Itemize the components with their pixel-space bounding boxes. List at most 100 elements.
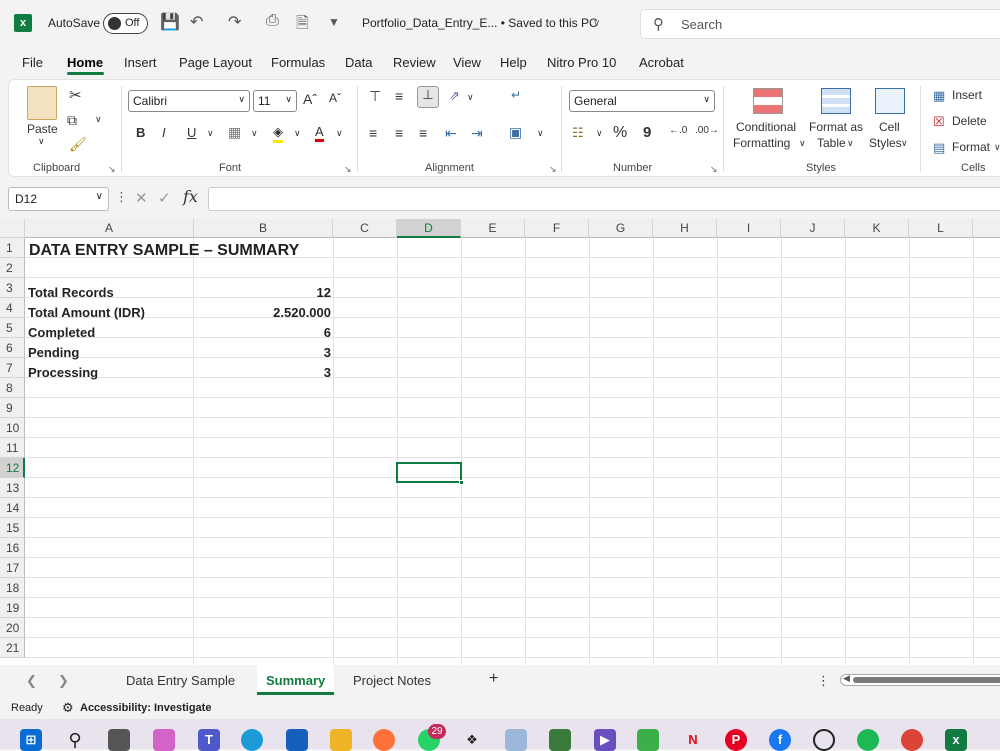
search-box[interactable]: ⚲ Search <box>640 9 1000 39</box>
tab-acrobat[interactable]: Acrobat <box>639 55 684 70</box>
borders-icon[interactable]: ▦ <box>228 124 241 141</box>
row-header[interactable]: 11 <box>0 438 25 458</box>
decrease-decimal-icon[interactable]: .00→ <box>695 125 719 136</box>
row-header[interactable]: 12 <box>0 458 25 478</box>
align-center-icon[interactable]: ≡ <box>395 125 403 141</box>
chevron-down-icon[interactable]: ∨ <box>847 138 854 149</box>
cell-styles-line1[interactable]: Cell <box>879 120 900 134</box>
wrap-text-icon[interactable]: ↵ <box>511 88 521 102</box>
row-header[interactable]: 14 <box>0 498 25 518</box>
dropbox-icon[interactable]: ❖ <box>461 729 483 751</box>
column-header[interactable]: K <box>845 219 909 238</box>
windows-start-icon[interactable]: ⊞ <box>20 729 42 751</box>
tab-formulas[interactable]: Formulas <box>271 55 325 70</box>
chevron-down-icon[interactable]: ∨ <box>901 138 908 149</box>
column-header[interactable]: I <box>717 219 781 238</box>
accessibility-status[interactable]: Accessibility: Investigate <box>80 702 211 714</box>
name-box[interactable]: D12 ∨ <box>8 187 109 211</box>
horizontal-scrollbar[interactable]: ◀ <box>840 673 1000 686</box>
value-cell[interactable]: 3 <box>194 363 331 383</box>
row-header[interactable]: 17 <box>0 558 25 578</box>
column-header[interactable]: G <box>589 219 653 238</box>
value-cell[interactable]: 6 <box>194 323 331 343</box>
search-icon[interactable]: ⚲ <box>64 729 86 751</box>
increase-font-icon[interactable]: Aˆ <box>303 91 317 107</box>
borders-dropdown-icon[interactable]: ∨ <box>251 128 258 139</box>
firefox-icon[interactable] <box>373 729 395 751</box>
paste-dropdown-icon[interactable]: ∨ <box>38 136 45 147</box>
customize-quick-access-icon[interactable]: ▼ <box>328 15 340 29</box>
comma-style-button[interactable]: 9 <box>643 124 651 141</box>
sheet-tab-summary[interactable]: Summary <box>266 673 325 688</box>
bottom-align-icon[interactable]: ⊥ <box>417 86 439 108</box>
top-align-icon[interactable]: ⊤ <box>369 88 381 105</box>
label-cell[interactable]: Total Records <box>28 283 114 303</box>
row-header[interactable]: 2 <box>0 258 25 278</box>
copilot-icon[interactable] <box>153 729 175 751</box>
column-header[interactable] <box>973 219 1000 238</box>
value-cell[interactable]: 3 <box>194 343 331 363</box>
merge-dropdown-icon[interactable]: ∨ <box>537 128 544 139</box>
label-cell[interactable]: Total Amount (IDR) <box>28 303 145 323</box>
pinterest-icon[interactable]: P <box>725 729 747 751</box>
row-header[interactable]: 8 <box>0 378 25 398</box>
chatgpt-icon[interactable] <box>813 729 835 751</box>
sheet-tab-project-notes[interactable]: Project Notes <box>353 673 431 688</box>
chevron-down-icon[interactable]: ∨ <box>994 142 1000 153</box>
select-all-corner[interactable] <box>0 219 25 238</box>
row-header[interactable]: 20 <box>0 618 25 638</box>
undo-icon[interactable]: ↶ <box>190 12 203 32</box>
accessibility-icon[interactable]: ⚙ <box>62 700 74 716</box>
next-sheet-icon[interactable]: ❯ <box>58 673 69 689</box>
insert-cells-icon[interactable]: ▦ <box>933 88 945 104</box>
app-icon[interactable] <box>549 729 571 751</box>
row-header[interactable]: 13 <box>0 478 25 498</box>
previous-sheet-icon[interactable]: ❮ <box>26 673 37 689</box>
conditional-formatting-line2[interactable]: Formatting <box>733 136 790 150</box>
decrease-font-icon[interactable]: Aˇ <box>329 91 341 105</box>
sheet-tab-data-entry-sample[interactable]: Data Entry Sample <box>126 673 235 688</box>
underline-dropdown-icon[interactable]: ∨ <box>207 128 214 139</box>
tab-insert[interactable]: Insert <box>124 55 157 70</box>
row-header[interactable]: 4 <box>0 298 25 318</box>
save-icon[interactable]: 💾 <box>160 12 180 32</box>
fill-handle[interactable] <box>459 480 464 485</box>
value-cell[interactable]: 12 <box>194 283 331 303</box>
column-header[interactable]: F <box>525 219 589 238</box>
column-header[interactable]: C <box>333 219 397 238</box>
decrease-indent-icon[interactable]: ⇤ <box>445 125 457 142</box>
accounting-dropdown-icon[interactable]: ∨ <box>596 128 603 139</box>
enter-icon[interactable]: ✓ <box>158 189 171 207</box>
cell-styles-line2[interactable]: Styles <box>869 136 902 150</box>
align-left-icon[interactable]: ≡ <box>369 125 377 141</box>
clipboard-launcher-icon[interactable]: ↘ <box>108 164 116 175</box>
bold-button[interactable]: B <box>136 125 145 140</box>
column-header[interactable]: J <box>781 219 845 238</box>
format-painter-icon[interactable]: 🖌 <box>69 136 87 153</box>
tab-help[interactable]: Help <box>500 55 527 70</box>
value-cell[interactable]: 2.520.000 <box>194 303 331 323</box>
scrollbar-thumb[interactable] <box>853 677 1000 683</box>
font-size-dropdown[interactable]: 11 ∨ <box>253 90 297 112</box>
row-header[interactable]: 10 <box>0 418 25 438</box>
middle-align-icon[interactable]: ≡ <box>395 88 403 104</box>
file-explorer-icon[interactable] <box>330 729 352 751</box>
fill-color-dropdown-icon[interactable]: ∨ <box>294 128 301 139</box>
delete-cells-button[interactable]: Delete <box>952 114 987 128</box>
copy-icon[interactable]: ⧉ <box>67 112 77 129</box>
row-header[interactable]: 5 <box>0 318 25 338</box>
accounting-format-icon[interactable]: ☷ <box>572 125 584 141</box>
number-format-dropdown[interactable]: General ∨ <box>569 90 715 112</box>
add-sheet-icon[interactable]: + <box>489 670 498 688</box>
increase-indent-icon[interactable]: ⇥ <box>471 125 483 142</box>
italic-button[interactable]: I <box>162 125 166 140</box>
row-header[interactable]: 18 <box>0 578 25 598</box>
active-cell-selection[interactable] <box>396 462 464 485</box>
insert-cells-button[interactable]: Insert <box>952 88 982 102</box>
task-view-icon[interactable] <box>108 729 130 751</box>
number-launcher-icon[interactable]: ↘ <box>710 164 718 175</box>
column-header[interactable]: L <box>909 219 973 238</box>
cancel-icon[interactable]: ✕ <box>135 189 148 207</box>
orientation-icon[interactable]: ⇗ <box>449 88 460 104</box>
spotify-icon[interactable] <box>857 729 879 751</box>
